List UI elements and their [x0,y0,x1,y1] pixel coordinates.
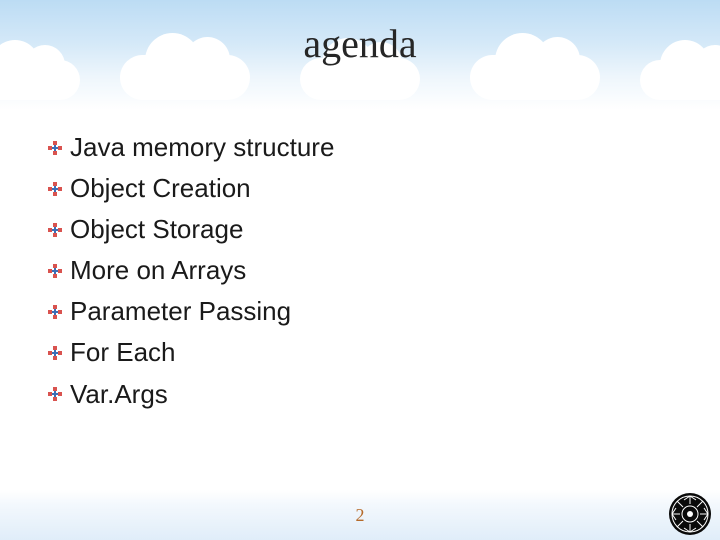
list-item-label: Object Creation [70,171,251,206]
page-number: 2 [0,505,720,526]
list-item-label: Parameter Passing [70,294,291,329]
bullet-list: Java memory structure Object Creation Ob… [48,130,680,418]
list-item: Var.Args [48,377,680,412]
list-item-label: For Each [70,335,176,370]
list-item: Parameter Passing [48,294,680,329]
list-item: More on Arrays [48,253,680,288]
list-item-label: Object Storage [70,212,243,247]
bullet-icon [48,182,62,196]
bullet-icon [48,305,62,319]
list-item: Java memory structure [48,130,680,165]
slide-title: agenda [0,20,720,67]
bullet-icon [48,141,62,155]
list-item: Object Creation [48,171,680,206]
list-item: Object Storage [48,212,680,247]
institution-logo [668,492,712,536]
footer-bar: 2 [0,490,720,540]
bullet-icon [48,223,62,237]
list-item: For Each [48,335,680,370]
bullet-icon [48,264,62,278]
bullet-icon [48,387,62,401]
list-item-label: Java memory structure [70,130,334,165]
list-item-label: More on Arrays [70,253,246,288]
bullet-icon [48,346,62,360]
list-item-label: Var.Args [70,377,168,412]
